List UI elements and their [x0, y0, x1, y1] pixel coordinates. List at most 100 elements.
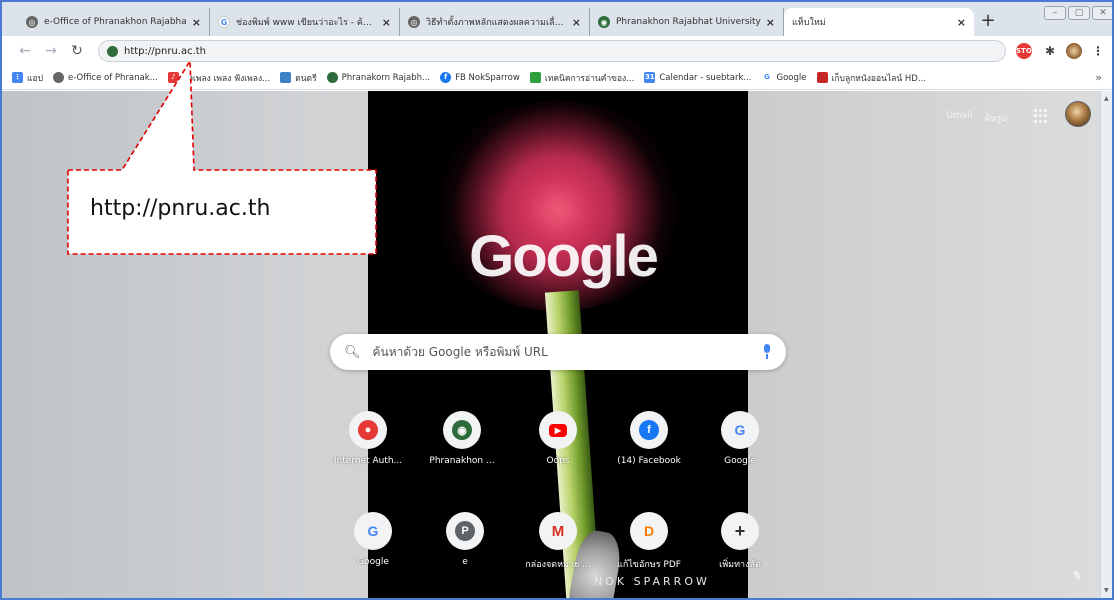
scroll-up-icon[interactable]: ▲ [1104, 95, 1109, 102]
bookmark-movies[interactable]: เก็บลูกหนังออนไลน์ HD... [816, 71, 926, 85]
puzzle-extension-icon[interactable]: ✱ [1042, 43, 1058, 59]
letter-p-icon: P [455, 521, 475, 541]
tab-title: ช่องพิมพ์ www เขียนว่าอะไร - ค้นหาใ [236, 18, 378, 28]
shortcut-facebook[interactable]: f (14) Facebook [609, 411, 689, 466]
profile-icon[interactable] [1066, 43, 1082, 59]
browser-window: ◎ e-Office of Phranakhon Rajabha × G ช่อ… [0, 0, 1114, 600]
bookmark-label: แอป [27, 73, 43, 84]
globe-icon: ◎ [26, 16, 38, 28]
shortcut-label: Oops [546, 456, 570, 466]
search-icon: 🔍︎ [344, 344, 361, 360]
address-bar[interactable]: http://pnru.ac.th [98, 40, 1006, 62]
close-tab-icon[interactable]: × [192, 16, 201, 29]
bookmark-google[interactable]: G Google [761, 72, 807, 83]
shortcut-label: เพิ่มทางลัด [719, 560, 761, 570]
film-icon [816, 72, 828, 83]
maximize-icon[interactable]: ▢ [1068, 6, 1090, 20]
tab-title: แท็บใหม่ [792, 18, 826, 28]
google-icon: G [367, 523, 379, 539]
university-seal-icon: ◉ [452, 420, 472, 440]
bookmark-technique[interactable]: เทคนิคการอ่านคำของ... [529, 71, 634, 85]
site-info-icon[interactable] [107, 45, 118, 57]
google-logo: Google [469, 224, 659, 289]
shortcut-label: Google [357, 557, 389, 567]
bookmark-music[interactable]: ♪ ฟังเพลง เพลง ฟังเพลง... [167, 71, 270, 85]
shortcut-oops[interactable]: ▶ Oops [518, 411, 598, 466]
close-tab-icon[interactable]: × [766, 16, 775, 29]
bookmark-calendar[interactable]: 31 Calendar - suebtark... [644, 72, 752, 83]
tab-new-tab[interactable]: แท็บใหม่ × [784, 8, 974, 36]
avatar[interactable] [1065, 101, 1091, 127]
new-tab-button[interactable]: + [978, 12, 998, 32]
forward-icon[interactable]: → [42, 42, 60, 60]
gmail-icon: M [551, 522, 565, 540]
tab-howto[interactable]: ◎ วิธีทำตั้งภาพหลักแสดงผลความเลื่อนๆ × [400, 8, 590, 36]
scrollbar[interactable]: ▲ ▼ [1100, 91, 1112, 598]
tab-title: วิธีทำตั้งภาพหลักแสดงผลความเลื่อนๆ [426, 18, 568, 28]
customize-pencil-icon[interactable]: ✎ [1070, 568, 1084, 585]
close-window-icon[interactable]: ✕ [1092, 6, 1112, 20]
images-link[interactable]: ค้นรูป [984, 111, 1007, 125]
microphone-icon[interactable] [762, 344, 772, 360]
bookmark-apps[interactable]: ⋮ แอป [12, 71, 43, 85]
reload-icon[interactable]: ↻ [68, 42, 86, 60]
search-input[interactable]: 🔍︎ ค้นหาด้วย Google หรือพิมพ์ URL [330, 334, 786, 370]
bookmark-dontree[interactable]: ดนตรี [280, 71, 317, 85]
shortcut-internet-auth[interactable]: ● Internet Auth... [328, 411, 408, 466]
paint-icon [280, 72, 292, 83]
bookmark-label: Calendar - suebtark... [659, 72, 752, 83]
annotation-text: http://pnru.ac.th [90, 196, 271, 221]
shortcut-pdf[interactable]: D แก้ไขอักษร PDF [609, 512, 689, 571]
add-shortcut-button[interactable]: + เพิ่มทางลัด [700, 512, 780, 571]
facebook-icon: f [440, 72, 452, 83]
shortcut-label: Phranakhon ... [429, 456, 495, 466]
minimize-icon[interactable]: – [1044, 6, 1066, 20]
shortcut-gmail[interactable]: M กล่องจดหมาย ... [518, 512, 598, 571]
bookmark-label: FB NokSparrow [455, 72, 520, 83]
shortcut-label: Internet Auth... [333, 456, 403, 466]
shortcut-label: แก้ไขอักษร PDF [617, 560, 681, 570]
tab-e-office[interactable]: ◎ e-Office of Phranakhon Rajabha × [18, 8, 210, 36]
youtube-icon: ▶ [549, 423, 567, 437]
more-bookmarks-icon[interactable]: » [1095, 71, 1102, 84]
tab-strip: ◎ e-Office of Phranakhon Rajabha × G ช่อ… [2, 2, 1112, 36]
shortcut-google-2[interactable]: G Google [333, 512, 413, 567]
bookmark-pnru[interactable]: Phranakorn Rajabh... [326, 72, 431, 83]
account-links: Gmail ค้นรูป [946, 111, 1007, 125]
bookmark-label: Phranakorn Rajabh... [341, 72, 431, 83]
scroll-down-icon[interactable]: ▼ [1104, 587, 1109, 594]
shortcut-phranakhon[interactable]: ◉ Phranakhon ... [422, 411, 502, 466]
bookmark-label: เก็บลูกหนังออนไลน์ HD... [831, 73, 926, 84]
google-apps-icon[interactable] [1034, 109, 1048, 123]
shortcut-label: e [462, 557, 468, 567]
new-tab-page: Google NOK SPARROW Gmail ค้นรูป 🔍︎ ค้นหา… [2, 91, 1100, 598]
facebook-icon: f [639, 420, 659, 440]
shortcut-google[interactable]: G Google [700, 411, 780, 466]
bookmark-e-office[interactable]: e-Office of Phranak... [52, 72, 158, 83]
tab-pnru[interactable]: ◉ Phranakhon Rajabhat University × [590, 8, 784, 36]
search-placeholder: ค้นหาด้วย Google หรือพิมพ์ URL [372, 344, 548, 359]
plus-icon: + [734, 520, 746, 541]
tab-google-search[interactable]: G ช่องพิมพ์ www เขียนว่าอะไร - ค้นหาใ × [210, 8, 400, 36]
close-tab-icon[interactable]: × [957, 16, 966, 29]
gmail-link[interactable]: Gmail [946, 111, 972, 125]
bookmark-fb[interactable]: f FB NokSparrow [440, 72, 520, 83]
toolbar: ← → ↻ http://pnru.ac.th STOP ✱ ⋮ [2, 36, 1112, 66]
menu-icon[interactable]: ⋮ [1092, 43, 1104, 59]
shortcut-label: Google [724, 456, 756, 466]
apps-grid-icon: ⋮ [12, 72, 23, 83]
document-icon: D [643, 523, 655, 539]
google-icon: G [734, 422, 746, 438]
shortcut-e[interactable]: P e [425, 512, 505, 567]
close-tab-icon[interactable]: × [382, 16, 391, 29]
bookmark-label: Google [776, 72, 807, 83]
back-icon[interactable]: ← [16, 42, 34, 60]
google-icon: G [761, 72, 773, 83]
close-tab-icon[interactable]: × [572, 16, 581, 29]
photo-watermark: NOK SPARROW [594, 575, 710, 588]
people-icon [529, 72, 541, 83]
music-icon: ♪ [167, 72, 179, 83]
university-seal-icon [326, 72, 338, 83]
stop-extension-icon[interactable]: STOP [1016, 43, 1037, 59]
shortcut-label: กล่องจดหมาย ... [525, 560, 591, 570]
